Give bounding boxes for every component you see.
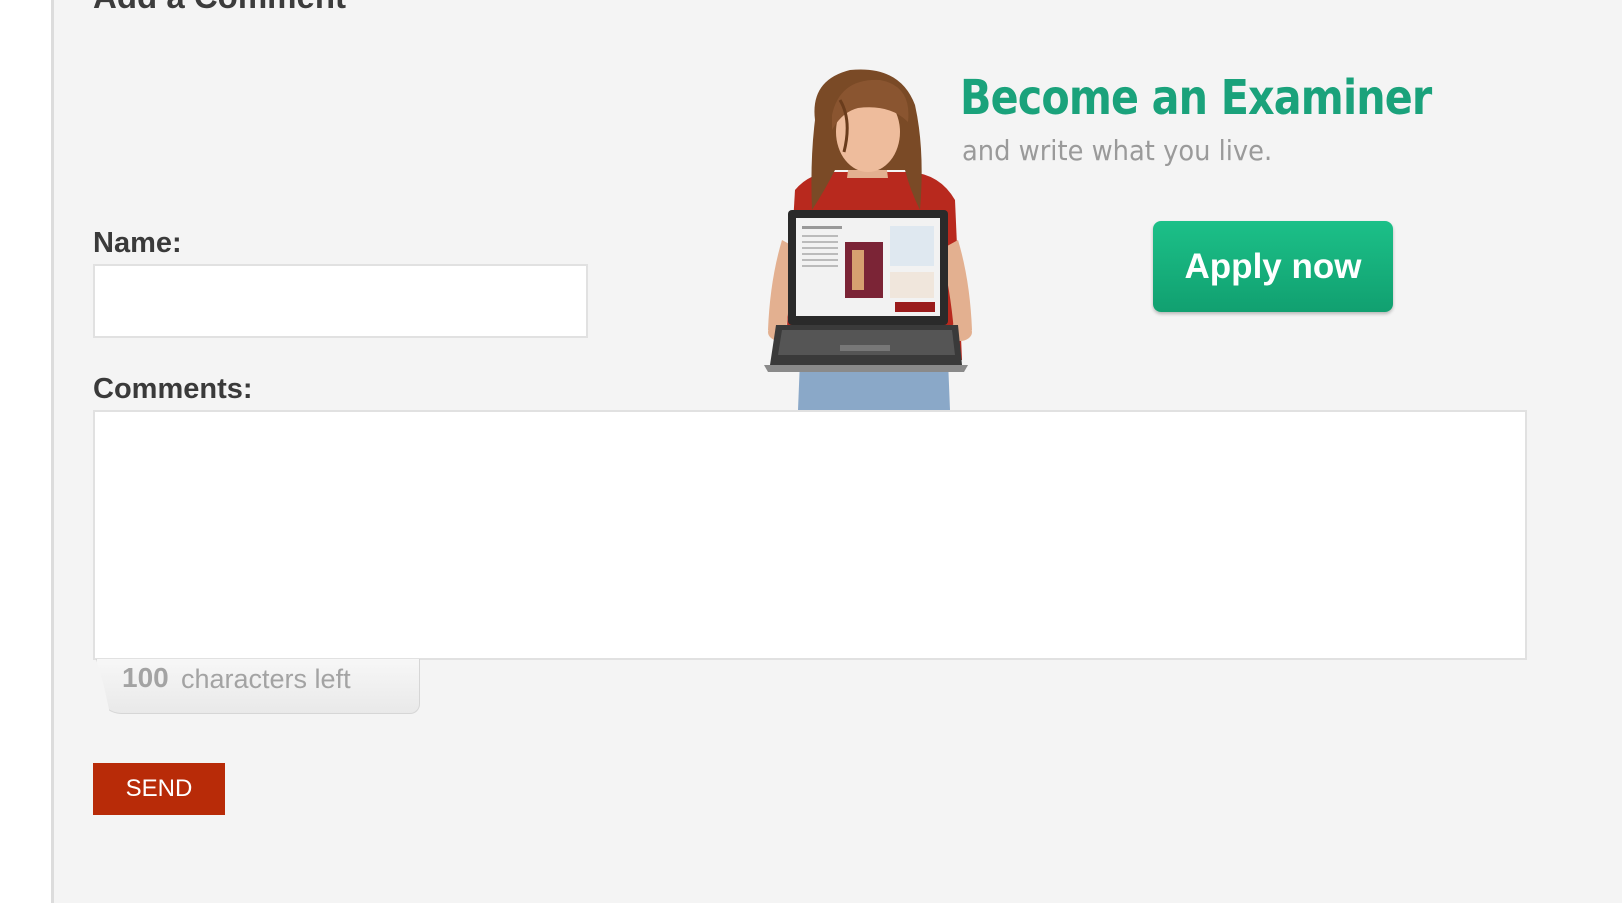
send-button[interactable]: SEND — [93, 763, 225, 815]
examiner-ad-banner[interactable]: Become an Examiner and write what you li… — [740, 60, 1440, 410]
ad-subline: and write what you live. — [962, 134, 1273, 167]
ad-headline: Become an Examiner — [960, 70, 1432, 126]
woman-with-laptop-image — [764, 69, 972, 410]
name-label: Name: — [93, 227, 182, 259]
apply-now-button[interactable]: Apply now — [1153, 221, 1393, 312]
comments-field[interactable] — [93, 410, 1527, 660]
character-count: 100 — [122, 662, 169, 693]
character-count-label: characters left — [181, 664, 351, 694]
comments-label: Comments: — [93, 373, 253, 405]
name-field[interactable] — [93, 264, 588, 338]
page-title: Add a Comment — [93, 0, 346, 16]
